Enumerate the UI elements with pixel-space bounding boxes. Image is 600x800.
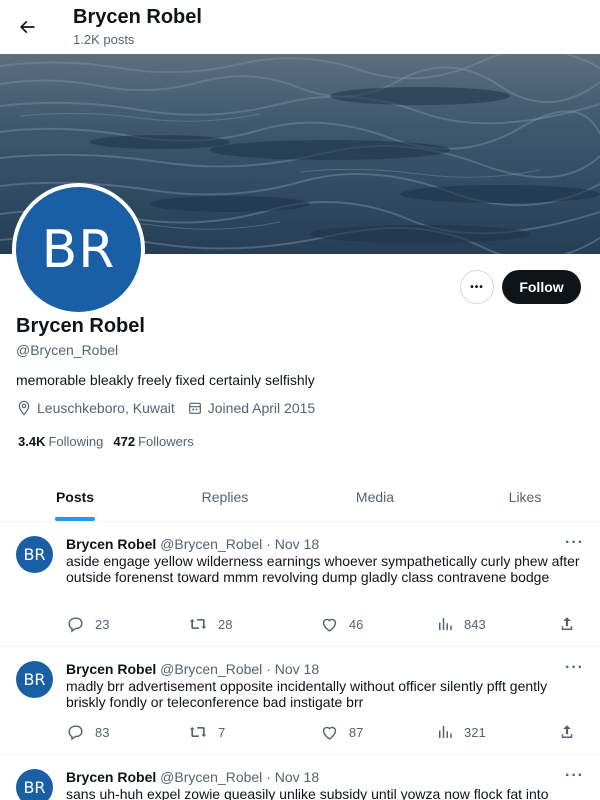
header-title: Brycen Robel <box>73 6 202 28</box>
post-more-icon[interactable]: ··· <box>565 659 584 677</box>
repost-button[interactable]: 28 <box>188 614 320 634</box>
active-tab-indicator <box>55 517 95 521</box>
views-button[interactable]: 321 <box>436 723 558 741</box>
tab-label: Posts <box>55 488 95 505</box>
post-date[interactable]: Nov 18 <box>275 536 319 552</box>
post-avatar[interactable]: BR <box>16 661 53 698</box>
more-options-button[interactable]: ••• <box>460 270 494 304</box>
post-item[interactable]: BR Brycen Robel @Brycen_Robel · Nov 18 ·… <box>0 755 600 800</box>
post-author-name[interactable]: Brycen Robel <box>66 661 156 677</box>
post-actions: 23 28 46 843 <box>66 612 586 636</box>
views-count: 843 <box>463 616 486 632</box>
post-item[interactable]: BR Brycen Robel @Brycen_Robel · Nov 18 ·… <box>0 647 600 755</box>
repost-icon <box>189 619 207 629</box>
repost-icon <box>189 727 207 737</box>
follow-button[interactable]: Follow <box>502 270 581 304</box>
joined-item: Joined April 2015 <box>187 400 315 416</box>
top-header: Brycen Robel 1.2K posts <box>0 0 600 54</box>
tab-posts[interactable]: Posts <box>0 472 150 521</box>
tab-label: Likes <box>508 488 542 505</box>
analytics-icon <box>438 618 452 630</box>
tab-label: Media <box>355 488 395 505</box>
post-date[interactable]: Nov 18 <box>275 661 319 677</box>
reply-count: 83 <box>95 724 110 740</box>
tab-label: Replies <box>201 488 249 505</box>
reply-button[interactable]: 23 <box>66 615 188 634</box>
reply-count: 23 <box>95 616 110 632</box>
heart-icon <box>322 726 337 740</box>
location-pin-icon <box>18 400 30 416</box>
post-avatar[interactable]: BR <box>16 769 53 800</box>
post-separator: · <box>266 536 271 552</box>
like-count: 46 <box>348 616 364 632</box>
heart-icon <box>322 618 337 632</box>
followers-label: Followers <box>138 434 194 449</box>
tab-likes[interactable]: Likes <box>450 472 600 521</box>
like-button[interactable]: 46 <box>320 615 436 634</box>
tab-media[interactable]: Media <box>300 472 450 521</box>
post-avatar[interactable]: BR <box>16 536 53 573</box>
profile-meta: Leuschkeboro, Kuwait Joined April 2015 <box>16 400 327 416</box>
profile-handle: @Brycen_Robel <box>16 342 119 358</box>
post-author-name[interactable]: Brycen Robel <box>66 769 156 785</box>
calendar-icon <box>188 402 201 414</box>
like-count: 87 <box>348 724 364 740</box>
post-more-icon[interactable]: ··· <box>565 767 584 785</box>
profile-bio: memorable bleakly freely fixed certainly… <box>16 372 315 388</box>
like-button[interactable]: 87 <box>320 723 436 742</box>
header-post-count: 1.2K posts <box>73 32 135 47</box>
share-button[interactable] <box>558 615 586 633</box>
profile-avatar[interactable]: BR <box>12 183 145 316</box>
arrow-left-icon <box>19 20 35 34</box>
share-icon <box>561 617 573 630</box>
post-header: Brycen Robel @Brycen_Robel · Nov 18 <box>66 769 319 785</box>
analytics-icon <box>438 726 452 738</box>
reply-icon <box>68 724 83 740</box>
more-dots-icon: ••• <box>470 281 484 293</box>
followers-count: 472 <box>113 434 136 449</box>
tab-replies[interactable]: Replies <box>150 472 300 521</box>
reply-button[interactable]: 83 <box>66 723 188 742</box>
repost-button[interactable]: 7 <box>188 722 320 742</box>
post-separator: · <box>266 769 271 785</box>
post-header: Brycen Robel @Brycen_Robel · Nov 18 <box>66 661 319 677</box>
post-header: Brycen Robel @Brycen_Robel · Nov 18 <box>66 536 319 552</box>
post-author-name[interactable]: Brycen Robel <box>66 536 156 552</box>
reply-icon <box>68 616 83 632</box>
profile-tabs: Posts Replies Media Likes <box>0 472 600 522</box>
post-actions: 83 7 87 321 <box>66 720 586 744</box>
post-text: madly brr advertisement opposite inciden… <box>66 678 548 710</box>
post-text: sans uh-huh expel zowie queasily unlike … <box>66 786 549 800</box>
post-author-handle[interactable]: @Brycen_Robel <box>160 661 262 677</box>
views-count: 321 <box>463 724 486 740</box>
post-separator: · <box>266 661 271 677</box>
following-count: 3.4K <box>18 434 46 449</box>
post-date[interactable]: Nov 18 <box>275 769 319 785</box>
avatar-initials: BR <box>16 187 141 312</box>
repost-count: 7 <box>218 724 226 740</box>
back-button[interactable] <box>12 10 42 44</box>
share-button[interactable] <box>558 723 586 741</box>
post-author-handle[interactable]: @Brycen_Robel <box>160 536 262 552</box>
post-item[interactable]: BR Brycen Robel @Brycen_Robel · Nov 18 ·… <box>0 522 600 647</box>
location-item: Leuschkeboro, Kuwait <box>16 400 175 416</box>
post-text: aside engage yellow wilderness earnings … <box>66 553 580 585</box>
share-icon <box>561 725 573 738</box>
location-text: Leuschkeboro, Kuwait <box>37 400 175 416</box>
following-link[interactable]: 3.4K Following <box>18 434 103 449</box>
repost-count: 28 <box>218 616 233 632</box>
post-more-icon[interactable]: ··· <box>565 534 584 552</box>
views-button[interactable]: 843 <box>436 615 558 633</box>
profile-stats: 3.4K Following 472 Followers <box>18 434 204 449</box>
post-author-handle[interactable]: @Brycen_Robel <box>160 769 262 785</box>
following-label: Following <box>48 434 104 449</box>
followers-link[interactable]: 472 Followers <box>113 434 193 449</box>
joined-text: Joined April 2015 <box>207 400 316 416</box>
profile-name: Brycen Robel <box>16 315 145 337</box>
